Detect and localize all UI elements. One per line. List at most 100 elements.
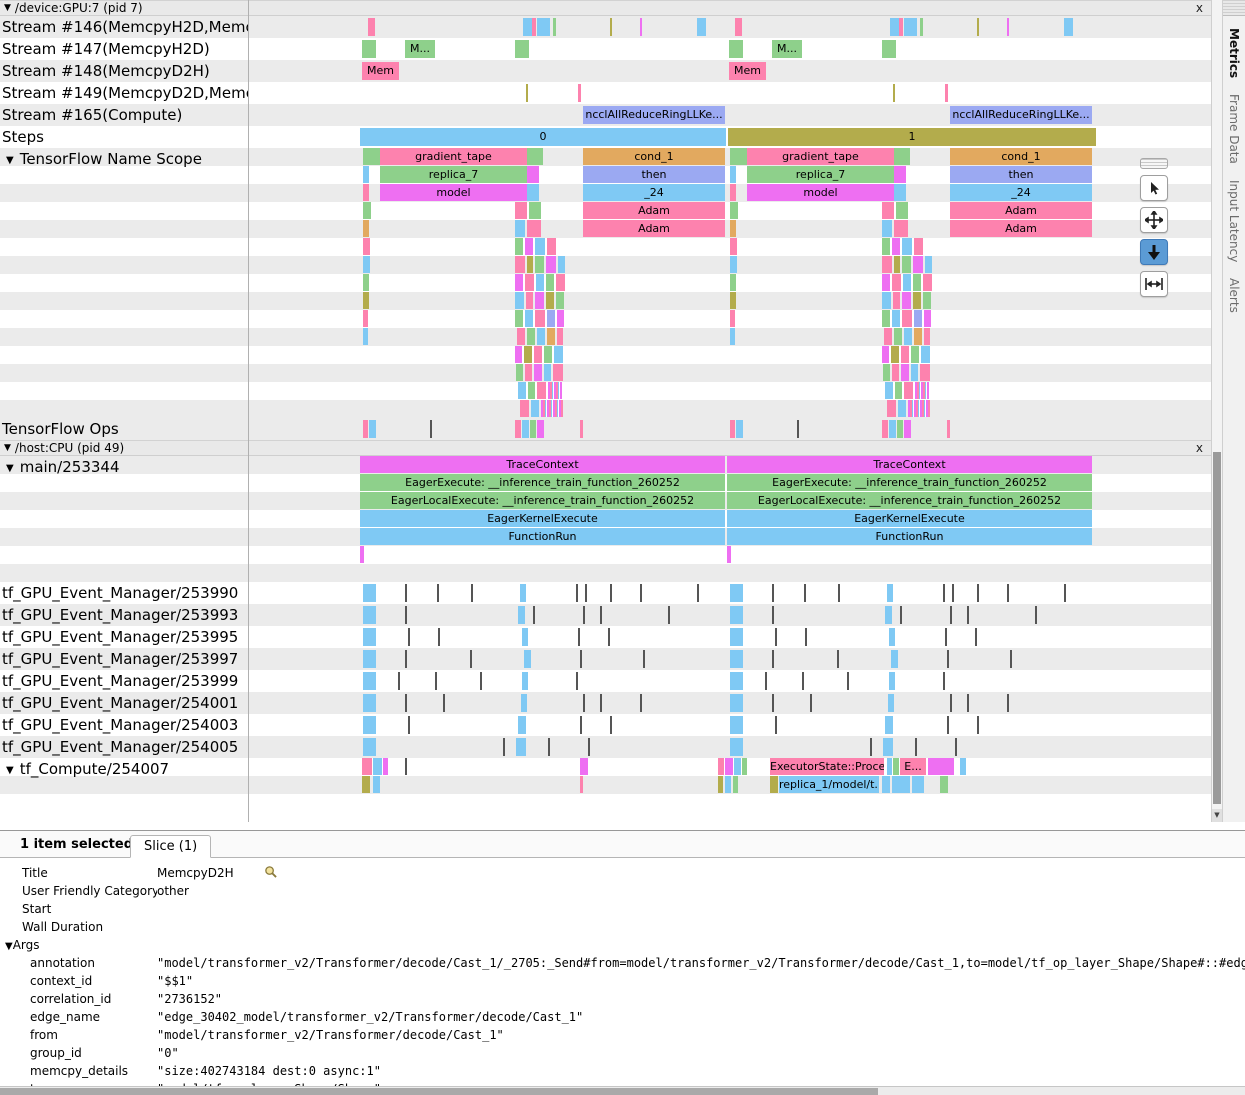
trace-tick[interactable]	[775, 716, 777, 734]
timeline-lane[interactable]: EagerLocalExecute: __inference_train_fun…	[0, 492, 1211, 510]
trace-event[interactable]: Adam	[950, 202, 1092, 219]
trace-tick[interactable]	[470, 650, 472, 668]
trace-event[interactable]	[914, 328, 922, 345]
trace-event[interactable]	[891, 346, 899, 363]
trace-tick[interactable]	[1035, 606, 1037, 624]
trace-event[interactable]: Mem	[729, 62, 766, 80]
trace-event[interactable]	[914, 310, 922, 327]
trace-event[interactable]	[363, 628, 376, 646]
trace-event[interactable]	[890, 18, 899, 36]
trace-event[interactable]	[730, 292, 736, 309]
trace-event[interactable]	[515, 346, 522, 363]
trace-tick[interactable]	[610, 584, 612, 602]
trace-tick[interactable]	[837, 650, 839, 668]
trace-event[interactable]: EagerLocalExecute: __inference_train_fun…	[360, 492, 725, 509]
trace-event[interactable]	[729, 40, 743, 58]
timeline-lane[interactable]	[0, 292, 1211, 310]
vertical-scrollbar[interactable]: ▼	[1211, 0, 1222, 822]
trace-tick[interactable]	[1010, 650, 1012, 668]
trace-event[interactable]: Adam	[583, 220, 725, 237]
track-label[interactable]: TensorFlow Ops	[0, 419, 248, 439]
trace-tick[interactable]	[775, 628, 777, 646]
trace-event[interactable]	[535, 292, 544, 309]
trace-event[interactable]: M...	[405, 40, 435, 58]
expander-icon[interactable]: ▼	[6, 765, 14, 776]
trace-event[interactable]	[883, 364, 890, 381]
trace-event[interactable]	[523, 18, 532, 36]
trace-tick[interactable]	[480, 672, 482, 690]
trace-event[interactable]: ncclAllReduceRingLLKe...	[950, 106, 1092, 124]
trace-event[interactable]	[363, 328, 368, 345]
trace-event[interactable]	[730, 650, 743, 668]
trace-event[interactable]	[363, 738, 376, 756]
trace-tick[interactable]	[643, 650, 645, 668]
trace-event[interactable]	[526, 292, 533, 309]
trace-event[interactable]: _24	[950, 184, 1092, 201]
vertical-scrollbar-thumb[interactable]	[1213, 452, 1221, 804]
trace-event[interactable]	[892, 364, 899, 381]
trace-event[interactable]	[522, 628, 528, 646]
track-label[interactable]: tf_GPU_Event_Manager/253993	[0, 605, 248, 625]
trace-tick[interactable]	[945, 628, 947, 646]
trace-event[interactable]	[518, 606, 525, 624]
trace-tick[interactable]	[838, 584, 840, 602]
trace-event[interactable]: FunctionRun	[727, 528, 1092, 545]
trace-event[interactable]	[537, 18, 550, 36]
tab-slice[interactable]: Slice (1)	[130, 835, 211, 858]
trace-event[interactable]	[894, 220, 908, 237]
trace-event[interactable]	[920, 18, 923, 36]
trace-event[interactable]	[527, 184, 539, 201]
pointer-tool-button[interactable]	[1140, 175, 1168, 201]
trace-event[interactable]	[363, 584, 376, 602]
trace-event[interactable]	[520, 584, 526, 602]
track-label[interactable]: tf_GPU_Event_Manager/254001	[0, 693, 248, 713]
trace-tick[interactable]	[977, 584, 979, 602]
trace-tick[interactable]	[583, 694, 585, 712]
track-label[interactable]: ▼tf_Compute/254007	[0, 759, 248, 781]
trace-event[interactable]	[363, 220, 369, 237]
trace-event[interactable]	[363, 256, 370, 273]
trace-event[interactable]	[547, 238, 556, 255]
trace-event[interactable]: gradient_tape	[380, 148, 527, 165]
trace-event[interactable]	[556, 274, 565, 291]
scroll-down-button[interactable]: ▼	[1212, 809, 1222, 822]
trace-event[interactable]	[537, 328, 545, 345]
trace-event[interactable]	[363, 694, 376, 712]
trace-tick[interactable]	[405, 606, 407, 624]
trace-event[interactable]	[1064, 18, 1073, 36]
trace-event[interactable]	[553, 364, 563, 381]
trace-event[interactable]	[515, 292, 524, 309]
trace-event[interactable]	[915, 382, 929, 399]
trace-tick[interactable]	[443, 694, 445, 712]
trace-event[interactable]	[947, 420, 950, 438]
expander-icon[interactable]: ▼	[6, 155, 14, 166]
trace-event[interactable]: ExecutorState::Process	[770, 758, 884, 775]
trace-event[interactable]	[529, 202, 541, 219]
trace-event[interactable]	[730, 716, 743, 734]
trace-event[interactable]	[923, 274, 932, 291]
trace-event[interactable]	[925, 256, 932, 273]
timeline-lane[interactable]	[0, 546, 1211, 564]
trace-tick[interactable]	[580, 650, 582, 668]
trace-tick[interactable]	[640, 694, 642, 712]
trace-event[interactable]	[640, 18, 642, 36]
trace-tick[interactable]	[405, 758, 407, 775]
timeline-lane[interactable]: AdamAdam	[0, 220, 1211, 238]
trace-event[interactable]	[730, 584, 743, 602]
trace-event[interactable]	[515, 310, 523, 327]
trace-event[interactable]	[558, 256, 565, 273]
trace-tick[interactable]	[548, 738, 550, 756]
trace-event[interactable]	[904, 382, 913, 399]
collapse-icon[interactable]: ▼	[5, 941, 13, 952]
trace-event[interactable]	[525, 310, 533, 327]
trace-tick[interactable]	[583, 606, 585, 624]
trace-event[interactable]	[580, 420, 583, 438]
trace-event[interactable]	[525, 238, 533, 255]
trace-tick[interactable]	[952, 584, 954, 602]
trace-event[interactable]	[526, 84, 528, 102]
trace-tick[interactable]	[471, 584, 473, 602]
trace-event[interactable]	[884, 328, 892, 345]
trace-tick[interactable]	[585, 584, 587, 602]
close-button[interactable]: x	[1196, 441, 1203, 455]
trace-tick[interactable]	[580, 716, 582, 734]
